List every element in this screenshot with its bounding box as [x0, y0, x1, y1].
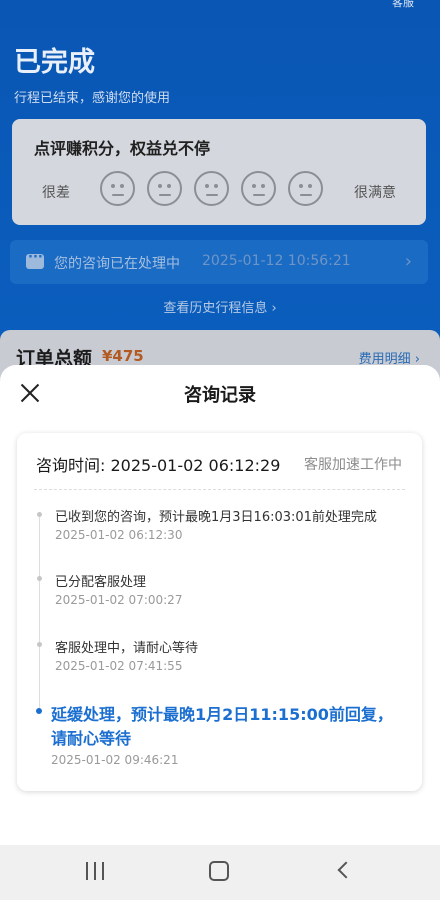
timeline-dot-active — [36, 708, 42, 714]
consult-status-text: 您的咨询已在处理中 — [54, 256, 180, 272]
rating-title: 点评赚积分，权益兑不停 — [34, 139, 211, 158]
history-trips-link[interactable]: 查看历史行程信息 › — [0, 297, 440, 316]
timeline-dot — [37, 512, 42, 517]
timeline-event-text-active: 延缓处理，预计最晚1月2日11:15:00前回复，请耐心等待 — [51, 705, 393, 748]
order-total-amount: ¥475 — [102, 347, 144, 365]
timeline-event-text: 客服处理中，请耐心等待 — [55, 641, 199, 656]
consult-record-sheet: 咨询记录 咨询时间: 2025-01-02 06:12:29 客服加速工作中 已… — [0, 365, 440, 845]
trip-status-subtitle: 行程已结束，感谢您的使用 — [14, 91, 171, 106]
rating-high-label: 很满意 — [354, 185, 396, 201]
timeline-line — [39, 514, 40, 710]
system-navigation-bar — [0, 845, 440, 900]
timeline-event-text: 已分配客服处理 — [55, 575, 147, 590]
recent-apps-icon[interactable] — [86, 862, 106, 880]
timeline-event-date: 2025-01-02 07:41:55 — [55, 659, 183, 673]
rating-card: 点评赚积分，权益兑不停 很差 很满意 — [12, 119, 426, 225]
customer-service-link[interactable]: 客服 — [392, 0, 414, 10]
chevron-right-icon: › — [404, 251, 412, 272]
neutral-face-icon[interactable] — [100, 171, 135, 206]
trip-status-title: 已完成 — [14, 47, 95, 78]
timeline-event-date: 2025-01-02 07:00:27 — [55, 593, 183, 607]
consult-status-time: 2025-01-12 10:56:21 — [202, 253, 351, 269]
consult-time: 咨询时间: 2025-01-02 06:12:29 — [36, 456, 281, 475]
rating-faces — [100, 171, 323, 206]
rating-low-label: 很差 — [42, 185, 70, 201]
chat-bubble-icon — [26, 250, 44, 269]
consult-status-bar[interactable]: 您的咨询已在处理中 2025-01-12 10:56:21 › — [10, 240, 428, 284]
neutral-face-icon[interactable] — [147, 171, 182, 206]
home-icon[interactable] — [209, 861, 229, 881]
timeline-dot — [37, 642, 42, 647]
consult-status-badge: 客服加速工作中 — [304, 457, 402, 473]
timeline-dot — [37, 576, 42, 581]
neutral-face-icon[interactable] — [194, 171, 229, 206]
back-icon[interactable] — [334, 861, 354, 881]
neutral-face-icon[interactable] — [288, 171, 323, 206]
timeline-event-text: 已收到您的咨询，预计最晚1月3日16:03:01前处理完成 — [55, 510, 377, 525]
timeline-event-date: 2025-01-02 09:46:21 — [51, 753, 179, 767]
divider — [34, 489, 405, 490]
neutral-face-icon[interactable] — [241, 171, 276, 206]
timeline-event-date: 2025-01-02 06:12:30 — [55, 528, 183, 542]
consult-record-card: 咨询时间: 2025-01-02 06:12:29 客服加速工作中 已收到您的咨… — [17, 433, 422, 791]
sheet-title: 咨询记录 — [184, 385, 256, 406]
